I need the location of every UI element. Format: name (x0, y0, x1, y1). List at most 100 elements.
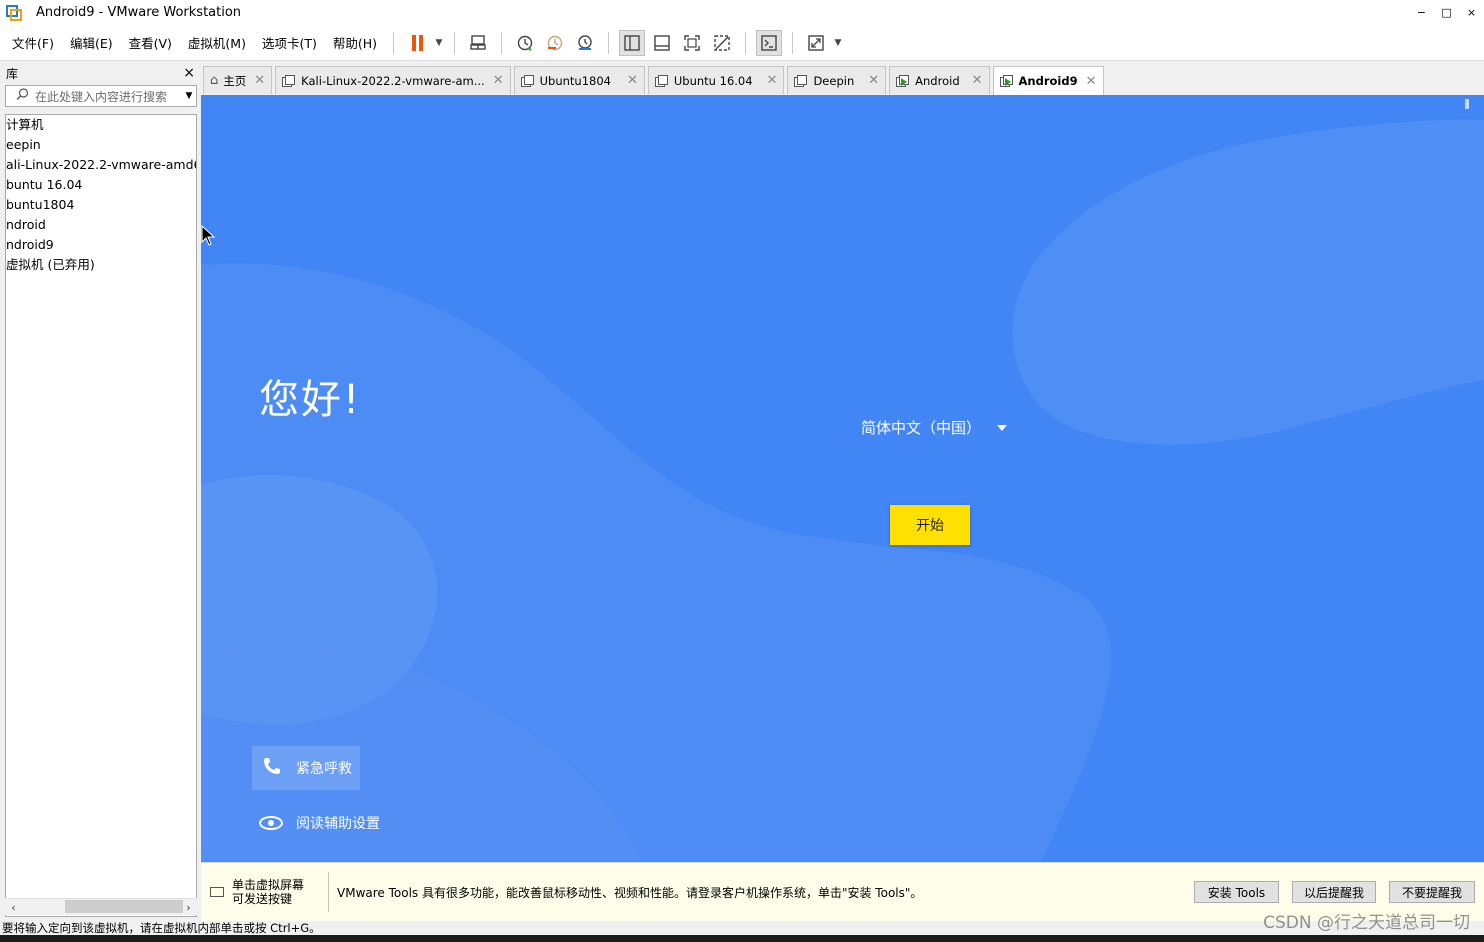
minimize-button[interactable]: − (1409, 0, 1434, 25)
menu-vm[interactable]: 虚拟机(M) (180, 25, 254, 61)
menu-view[interactable]: 查看(V) (121, 25, 180, 61)
tab-home[interactable]: ⌂ 主页 ✕ (203, 66, 273, 94)
thumbnail-view-icon[interactable] (649, 30, 675, 56)
mouse-cursor-icon (201, 225, 216, 246)
send-ctrl-alt-del-icon[interactable] (465, 30, 491, 56)
tab-bar: ⌂ 主页 ✕ Kali-Linux-2022.2-vmware-am... ✕ … (203, 66, 1104, 95)
tree-item-computer[interactable]: 计算机 (6, 115, 196, 135)
close-icon[interactable]: ✕ (868, 73, 879, 88)
menu-help[interactable]: 帮助(H) (325, 25, 385, 61)
search-input[interactable]: 在此处键入内容进行搜索 (35, 88, 182, 105)
vm-screen[interactable]: 您好! 简体中文（中国） 开始 紧急呼救 阅读辅助设置 (201, 95, 1484, 862)
maximize-button[interactable]: □ (1434, 0, 1459, 25)
dont-remind-button[interactable]: 不要提醒我 (1389, 881, 1475, 903)
notification-divider (328, 872, 329, 912)
keyboard-icon (210, 887, 224, 897)
menu-toolbar: 文件(F) 编辑(E) 查看(V) 虚拟机(M) 选项卡(T) 帮助(H) ▼ … (0, 25, 1484, 61)
library-close-button[interactable]: × (183, 65, 195, 81)
library-header: 库 × (0, 62, 201, 84)
toolbar-separator (454, 31, 456, 54)
menu-tabs[interactable]: 选项卡(T) (254, 25, 325, 61)
close-icon[interactable]: ✕ (972, 73, 983, 88)
snapshot-icon[interactable] (512, 30, 538, 56)
tab-android9[interactable]: Android9 ✕ (992, 66, 1104, 95)
home-icon: ⌂ (210, 73, 219, 88)
tab-label: Kali-Linux-2022.2-vmware-am... (301, 73, 485, 88)
close-window-button[interactable]: × (1459, 0, 1484, 25)
stretch-icon[interactable] (803, 30, 829, 56)
console-icon[interactable] (756, 29, 783, 56)
tree-item-android9[interactable]: ndroid9 (6, 235, 196, 255)
tree-item-kali[interactable]: ali-Linux-2022.2-vmware-amd64 (6, 155, 196, 175)
scrollbar-thumb[interactable] (65, 900, 183, 913)
remind-later-button[interactable]: 以后提醒我 (1292, 881, 1376, 903)
close-icon[interactable]: ✕ (627, 73, 638, 88)
vm-icon (282, 74, 296, 87)
tab-label: Deepin (813, 73, 855, 88)
snapshot-manager-icon[interactable] (572, 30, 598, 56)
language-selector[interactable]: 简体中文（中国） (861, 417, 1008, 438)
scroll-right-icon[interactable]: › (180, 901, 197, 914)
search-icon (16, 88, 29, 104)
start-button[interactable]: 开始 (890, 505, 970, 545)
toolbar-separator (608, 31, 610, 54)
tab-label: 主页 (223, 73, 247, 88)
tree-item-deprecated-vm[interactable]: 虚拟机 (已弃用) (6, 255, 196, 275)
close-icon[interactable]: ✕ (493, 73, 504, 88)
phone-icon (262, 756, 284, 781)
vmware-logo-icon (6, 4, 22, 21)
tab-label: Ubuntu 16.04 (673, 73, 753, 88)
accessibility-label: 阅读辅助设置 (296, 816, 380, 832)
close-icon[interactable]: ✕ (254, 73, 265, 88)
menu-file[interactable]: 文件(F) (4, 25, 62, 61)
tab-android[interactable]: Android ✕ (889, 66, 990, 94)
toolbar-separator (393, 31, 395, 54)
library-search[interactable]: 在此处键入内容进行搜索 ▼ (5, 85, 197, 107)
toolbar-separator (792, 31, 794, 54)
dropdown-arrow-icon (997, 424, 1008, 431)
vm-indicator (1465, 99, 1469, 109)
emergency-call-button[interactable]: 紧急呼救 (252, 746, 360, 790)
revert-snapshot-icon[interactable] (542, 30, 568, 56)
status-bar: 要将输入定向到该虚拟机，请在虚拟机内部单击或按 Ctrl+G。 (0, 921, 1484, 935)
tab-ubuntu1804[interactable]: Ubuntu1804 ✕ (513, 66, 645, 94)
pause-icon[interactable] (404, 30, 430, 56)
vm-running-icon (896, 74, 910, 87)
emergency-call-label: 紧急呼救 (296, 761, 352, 777)
library-horizontal-scrollbar[interactable]: ‹ › (5, 898, 197, 915)
scroll-left-icon[interactable]: ‹ (5, 901, 22, 914)
watermark: CSDN @行之天道总司一切 (1263, 913, 1470, 933)
install-tools-button[interactable]: 安装 Tools (1194, 881, 1279, 903)
tab-label: Ubuntu1804 (539, 73, 611, 88)
fullscreen-icon[interactable] (679, 30, 705, 56)
unity-icon[interactable] (709, 30, 735, 56)
tree-item-ubuntu1804[interactable]: buntu1804 (6, 195, 196, 215)
vm-icon (794, 74, 808, 87)
chevron-down-icon[interactable]: ▼ (831, 38, 845, 48)
tab-kali[interactable]: Kali-Linux-2022.2-vmware-am... ✕ (275, 66, 511, 94)
chevron-down-icon[interactable]: ▼ (432, 38, 446, 48)
toolbar-separator (745, 31, 747, 54)
vm-icon (654, 74, 669, 87)
tree-item-deepin[interactable]: eepin (6, 135, 196, 155)
click-hint-line1: 单击虚拟屏幕 (232, 878, 305, 892)
tab-deepin[interactable]: Deepin ✕ (787, 66, 887, 94)
accessibility-settings-link[interactable]: 阅读辅助设置 (259, 813, 380, 833)
tab-label: Android9 (1018, 74, 1078, 88)
click-hint-line2: 可发送按键 (232, 892, 293, 906)
library-view-icon[interactable] (619, 29, 646, 56)
window-title: Android9 - VMware Workstation (36, 5, 242, 20)
eye-icon (259, 816, 283, 830)
tree-item-android[interactable]: ndroid (6, 215, 196, 235)
library-tree[interactable]: 计算机 eepin ali-Linux-2022.2-vmware-amd64 … (5, 114, 197, 917)
tree-item-ubuntu1604[interactable]: buntu 16.04 (6, 175, 196, 195)
greeting-title: 您好! (259, 377, 362, 423)
close-icon[interactable]: ✕ (767, 73, 778, 88)
tab-ubuntu1604[interactable]: Ubuntu 16.04 ✕ (647, 66, 785, 94)
chevron-down-icon[interactable]: ▼ (182, 91, 196, 101)
taskbar-strip (0, 935, 1484, 942)
menu-edit[interactable]: 编辑(E) (62, 25, 121, 61)
close-icon[interactable]: ✕ (1086, 74, 1097, 89)
tools-message: VMware Tools 具有很多功能，能改善鼠标移动性、视频和性能。请登录客户… (337, 885, 923, 900)
toolbar-separator (501, 31, 503, 54)
